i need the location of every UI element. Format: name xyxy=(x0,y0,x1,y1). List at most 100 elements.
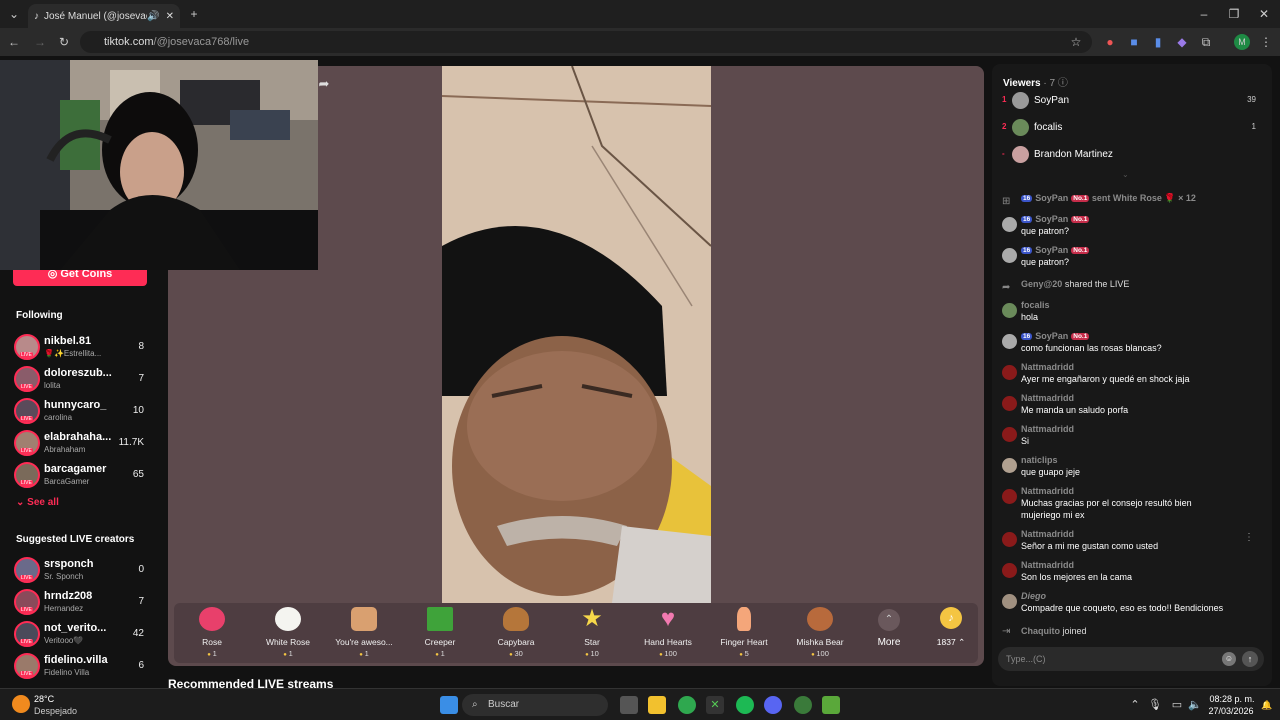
avatar xyxy=(1002,334,1017,349)
volume-icon[interactable]: 🔈 xyxy=(1186,696,1204,714)
gift-item-star[interactable]: ★ Star 10 xyxy=(556,607,628,661)
coin-balance-button[interactable]: ♪ 1837 ⌃ xyxy=(931,607,971,648)
following-sub: BarcaGamer xyxy=(44,477,90,486)
extension-icon[interactable]: ▮ xyxy=(1150,34,1166,50)
profile-avatar[interactable]: M xyxy=(1234,34,1250,50)
avatar xyxy=(1002,248,1017,263)
following-name: nikbel.81 xyxy=(44,335,92,347)
viewer-row[interactable]: 2 focalis 1 xyxy=(1000,118,1262,140)
tab-close-icon[interactable]: ✕ xyxy=(166,11,174,22)
join-icon: ⇥ xyxy=(1002,626,1011,637)
task-view-icon[interactable] xyxy=(620,696,638,714)
gift-item-hand-hearts[interactable]: ♥ Hand Hearts 100 xyxy=(632,607,704,661)
following-item[interactable]: nikbel.81 🌹✨Estrellita... 8 xyxy=(14,333,154,363)
show-hidden-icons[interactable]: ⌃ xyxy=(1126,696,1144,714)
more-options-icon[interactable]: ⋮ xyxy=(1244,532,1254,543)
chat-user: Geny@20 xyxy=(1021,279,1063,289)
gift-name: You're aweso... xyxy=(335,637,393,647)
chat-input[interactable] xyxy=(1006,651,1216,667)
emoji-icon[interactable]: ☺ xyxy=(1222,652,1236,666)
back-icon[interactable]: ← xyxy=(6,34,22,50)
clock-date[interactable]: 27/03/2026 xyxy=(1206,706,1256,716)
address-bar[interactable]: tiktok.com/@josevaca768/live xyxy=(80,31,1092,53)
webcam-image xyxy=(0,60,318,270)
gift-bar: Rose 1 White Rose 1 You're aweso... 1 Cr… xyxy=(174,603,978,663)
restore-icon[interactable]: ❐ xyxy=(1226,6,1242,22)
extension-icon[interactable]: ● xyxy=(1102,34,1118,50)
gift-icon: ⊞ xyxy=(1002,196,1011,207)
chat-text: Compadre que coqueto, eso es todo!! Bend… xyxy=(1021,603,1224,613)
send-icon[interactable]: ↑ xyxy=(1242,651,1258,667)
suggested-item[interactable]: srsponch Sr. Sponch 0 xyxy=(14,556,154,586)
forward-icon[interactable]: → xyxy=(32,34,48,50)
suggested-item[interactable]: hrndz208 Hernandez 7 xyxy=(14,588,154,618)
chat-user: Nattmadridd xyxy=(1021,362,1075,372)
viewer-count: 8 xyxy=(138,341,144,352)
extensions-puzzle-icon[interactable]: ⧉ xyxy=(1198,34,1214,50)
more-gifts-button[interactable]: ⌃ More xyxy=(874,609,904,648)
tab-audio-icon[interactable]: 🔊 xyxy=(147,11,159,22)
gift-item-mishka-bear[interactable]: Mishka Bear 100 xyxy=(784,607,856,661)
browser-menu-icon[interactable]: ⋮ xyxy=(1258,34,1274,50)
avatar xyxy=(14,653,40,679)
gift-item-rose[interactable]: Rose 1 xyxy=(176,607,248,661)
info-icon[interactable]: ⓘ xyxy=(1058,78,1068,89)
chat-user: Nattmadridd xyxy=(1021,424,1075,434)
close-window-icon[interactable]: ✕ xyxy=(1256,6,1272,22)
file-explorer-icon[interactable] xyxy=(648,696,666,714)
excel-icon[interactable]: ✕ xyxy=(706,696,724,714)
translate-icon[interactable]: ■ xyxy=(1126,34,1142,50)
suggested-name: not_verito... xyxy=(44,622,107,634)
gift-item-creeper[interactable]: Creeper 1 xyxy=(404,607,476,661)
windows-start-icon[interactable] xyxy=(440,696,458,714)
finger-heart-icon xyxy=(737,607,751,631)
new-tab-icon[interactable]: + xyxy=(186,6,202,22)
avatar xyxy=(14,462,40,488)
bookmark-star-icon[interactable]: ☆ xyxy=(1068,34,1084,50)
following-item[interactable]: barcagamer BarcaGamer 65 xyxy=(14,461,154,491)
following-sub: 🌹✨Estrellita... xyxy=(44,349,102,358)
gift-item-youre-awesome[interactable]: You're aweso... 1 xyxy=(328,607,400,661)
tiktok-favicon-icon: ♪ xyxy=(34,10,39,22)
gift-price: 5 xyxy=(708,649,780,658)
chat-message[interactable]: Nattmadridd Señor a mi me gustan como us… xyxy=(1000,529,1262,555)
collapse-chevron-icon[interactable]: ⌄ xyxy=(1122,170,1129,179)
reload-icon[interactable]: ↻ xyxy=(56,34,72,50)
see-all-link[interactable]: ⌄ See all xyxy=(16,497,59,508)
suggested-item[interactable]: not_verito... Veritooo🖤 42 xyxy=(14,620,154,650)
share-icon[interactable]: ➦ xyxy=(316,76,332,92)
discord-icon[interactable] xyxy=(764,696,782,714)
avatar xyxy=(14,589,40,615)
following-item[interactable]: elabrahaha... Abrahaham 11.7K xyxy=(14,429,154,459)
chat-text: que patron? xyxy=(1021,226,1070,236)
microphone-icon[interactable]: 🎙 xyxy=(1146,696,1164,714)
chrome-icon[interactable] xyxy=(678,696,696,714)
viewer-count: 6 xyxy=(138,660,144,671)
suggested-item[interactable]: fidelino.villa Fidelino Villa 6 xyxy=(14,652,154,682)
cat-icon xyxy=(351,607,377,631)
extension-icon[interactable]: ◆ xyxy=(1174,34,1190,50)
tab-search-icon[interactable]: ⌄ xyxy=(6,6,22,22)
app-icon[interactable] xyxy=(794,696,812,714)
following-item[interactable]: hunnycaro_ carolina 10 xyxy=(14,397,154,427)
gift-item-capybara[interactable]: Capybara 30 xyxy=(480,607,552,661)
network-icon[interactable]: ▭ xyxy=(1168,696,1186,714)
clock-time[interactable]: 08:28 p. m. xyxy=(1208,694,1256,704)
browser-tab[interactable]: ♪ José Manuel (@josevaca768) 🔊 ✕ xyxy=(28,4,180,28)
viewer-count: 7 xyxy=(138,596,144,607)
notifications-icon[interactable]: 🔔 xyxy=(1258,696,1276,714)
level-badge: 16 xyxy=(1021,333,1033,340)
taskbar-search[interactable]: ⌕ Buscar xyxy=(462,694,608,716)
gift-price: 100 xyxy=(632,649,704,658)
spotify-icon[interactable] xyxy=(736,696,754,714)
search-label: Buscar xyxy=(488,699,520,710)
following-item[interactable]: doloreszub... lolita 7 xyxy=(14,365,154,395)
gift-item-white-rose[interactable]: White Rose 1 xyxy=(252,607,324,661)
viewer-row[interactable]: 1 SoyPan 39 xyxy=(1000,91,1262,113)
minimize-icon[interactable]: – xyxy=(1196,6,1212,22)
minecraft-icon[interactable] xyxy=(822,696,840,714)
gift-item-finger-heart[interactable]: Finger Heart 5 xyxy=(708,607,780,661)
chat-header: 16 SoyPan No.1 xyxy=(1021,245,1090,255)
viewer-row[interactable]: - Brandon Martinez xyxy=(1000,145,1262,167)
weather-desc: Despejado xyxy=(34,706,78,716)
